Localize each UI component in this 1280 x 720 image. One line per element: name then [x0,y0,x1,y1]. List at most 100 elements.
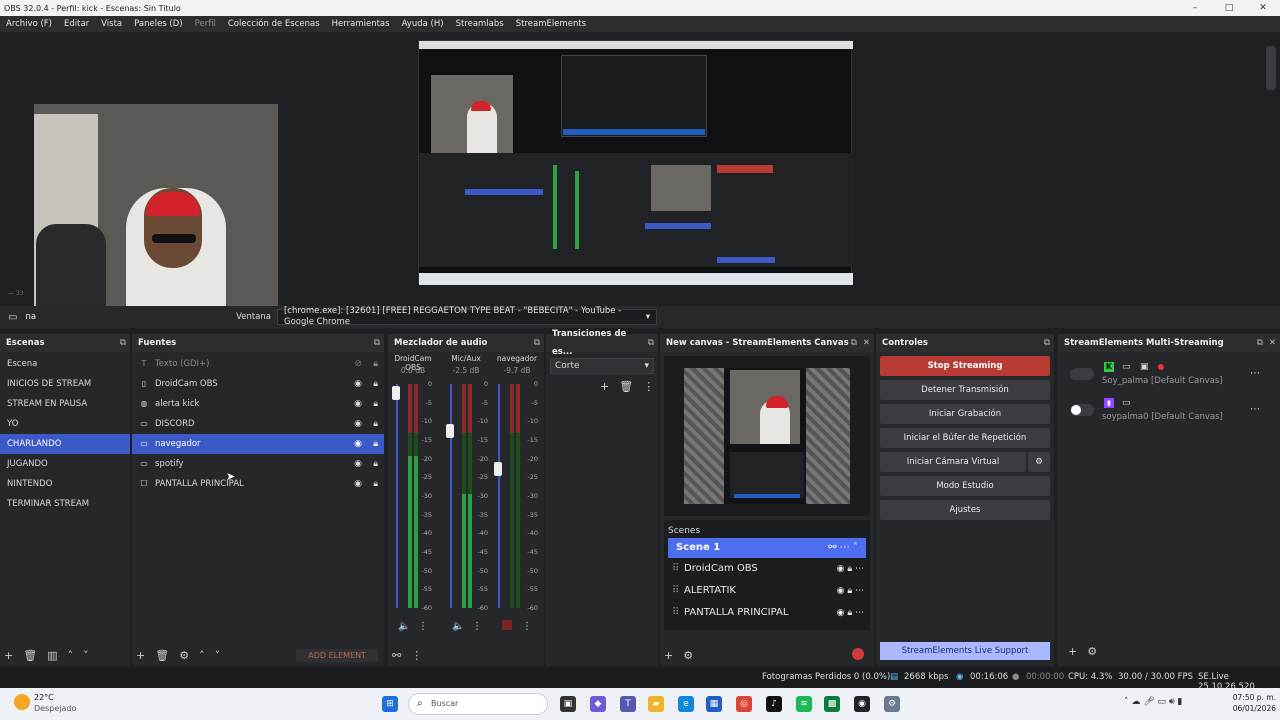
menu-editar[interactable]: Editar [64,19,89,29]
stop-transmission-button[interactable]: Detener Transmisión [880,380,1050,400]
move-up-icon[interactable]: ˄ [199,649,205,662]
trash-icon[interactable]: 🗑 [619,380,633,393]
fader-knob[interactable] [494,462,502,476]
task-view-icon[interactable]: ▣ [560,696,576,712]
settings-app-icon[interactable]: ⚙ [884,696,900,712]
windows-start-icon[interactable]: ⊞ [382,696,398,712]
trash-icon[interactable]: 🗑 [23,649,37,662]
more-vertical-icon[interactable]: ⋮ [418,621,428,632]
toggle-switch[interactable] [1070,404,1094,416]
start-virtual-camera-button[interactable]: Iniciar Cámara Virtual [880,452,1026,472]
item-actions-icon[interactable]: ◉ 🔒︎ ⋯ [837,602,864,624]
edge-icon[interactable]: e [678,696,694,712]
menu-streamlabs[interactable]: Streamlabs [456,19,504,29]
volume-fader[interactable] [396,384,398,608]
canvas-scene-selected[interactable]: Scene 1 ⚯ ⋯ ˄ [668,538,866,558]
undock-icon[interactable]: ⧉ [648,334,654,352]
add-icon[interactable]: + [4,649,13,662]
eye-hidden-icon[interactable]: ⊘ [354,354,362,374]
start-recording-button[interactable]: Iniciar Grabación [880,404,1050,424]
drag-handle-icon[interactable]: ⠿ [672,558,679,580]
eye-icon[interactable]: ◉ [354,474,362,494]
preview-canvas[interactable]: — 33 [0,32,1280,328]
copilot-icon[interactable]: ◆ [590,696,606,712]
more-vertical-icon[interactable]: ⋮ [472,621,482,632]
more-horizontal-icon[interactable]: ⋯ [1250,368,1260,379]
obs-icon[interactable]: ◉ [854,696,870,712]
window-select[interactable]: [chrome.exe]: [32601] [FREE] REGGAETON T… [276,306,657,327]
lock-icon[interactable]: 🔒︎ [373,394,378,414]
close-button[interactable]: ✕ [1246,0,1280,16]
trash-icon[interactable]: 🗑 [155,649,169,662]
canvas-source-item[interactable]: ⠿ DroidCam OBS ◉ 🔒︎ ⋯ [664,558,870,580]
undock-icon[interactable]: ⧉ [851,334,857,352]
volume-fader[interactable] [498,384,500,608]
gear-icon[interactable]: ⚙ [683,649,693,662]
source-item-selected[interactable]: ▭ navegador ◉ 🔒︎ [132,434,384,454]
fader-knob[interactable] [446,424,454,438]
eye-icon[interactable]: ◉ [354,434,362,454]
tray-icons[interactable]: ˄ ☁ 🎤︎ ▭ 🔊︎ ▮ [1124,697,1182,707]
eye-icon[interactable]: ◉ [354,454,362,474]
live-support-button[interactable]: StreamElements Live Support [880,642,1050,660]
lock-icon[interactable]: 🔒︎ [373,414,378,434]
menu-vista[interactable]: Vista [101,19,122,29]
undock-icon[interactable]: ⧉ [534,334,540,352]
menu-herramientas[interactable]: Herramientas [332,19,390,29]
speaker-icon[interactable]: 🔈 [452,621,464,632]
eye-icon[interactable]: ◉ [354,394,362,414]
scene-item[interactable]: STREAM EN PAUSA [0,394,130,414]
move-down-icon[interactable]: ˅ [83,649,89,662]
undock-icon[interactable]: ⧉ [1044,334,1050,352]
file-explorer-icon[interactable]: ▰ [648,696,664,712]
item-actions-icon[interactable]: ◉ 🔒︎ ⋯ [837,558,864,580]
menu-perfil[interactable]: Perfil [195,19,216,29]
move-down-icon[interactable]: ˅ [215,649,221,662]
tiktok-icon[interactable]: ♪ [766,696,782,712]
add-icon[interactable]: + [664,649,673,662]
lock-icon[interactable]: 🔒︎ [373,454,378,474]
gear-icon[interactable]: ⚙ [1087,645,1097,658]
gear-icon[interactable]: ⚙ [179,649,189,662]
scene-item[interactable]: Escena [0,354,130,374]
close-icon[interactable]: ✕ [1269,334,1276,352]
more-horizontal-icon[interactable]: ⋯ [1250,404,1260,415]
source-item[interactable]: ▭ spotify ◉ 🔒︎ [132,454,384,474]
filter-icon[interactable]: ▥ [47,649,57,662]
link-icon[interactable]: ⚯ [392,649,401,662]
eye-icon[interactable]: ◉ [354,414,362,434]
drag-handle-icon[interactable]: ⠿ [672,580,679,602]
maximize-button[interactable]: □ [1212,0,1246,16]
item-actions-icon[interactable]: ◉ 🔒︎ ⋯ [837,580,864,602]
fader-knob[interactable] [392,386,400,400]
scene-item-selected[interactable]: CHARLANDO [0,434,130,454]
minimize-button[interactable]: – [1178,0,1212,16]
close-icon[interactable]: ✕ [863,334,870,352]
muted-speaker-icon[interactable] [502,620,512,630]
scene-item[interactable]: TERMINAR STREAM [0,494,130,514]
undock-icon[interactable]: ⧉ [120,334,126,352]
spotify-icon[interactable]: ≋ [796,696,812,712]
canvas-preview[interactable] [664,356,870,516]
settings-button[interactable]: Ajustes [880,500,1050,520]
gear-icon[interactable]: ⚙ [1028,452,1050,472]
chrome-icon[interactable]: ◎ [736,696,752,712]
move-up-icon[interactable]: ˄ [68,649,74,662]
undock-icon[interactable]: ⧉ [1257,334,1263,352]
taskbar-search[interactable]: ⌕ Buscar [408,693,548,715]
volume-fader[interactable] [450,384,452,608]
source-item[interactable]: ☐ PANTALLA PRINCIPAL ◉ 🔒︎ [132,474,384,494]
store-icon[interactable]: ▦ [706,696,722,712]
record-icon[interactable] [852,648,864,660]
toggle-switch[interactable] [1070,368,1094,380]
lock-icon[interactable]: 🔒︎ [373,354,378,374]
more-vertical-icon[interactable]: ⋮ [522,621,532,632]
drag-handle-icon[interactable]: ⠿ [672,602,679,624]
scene-item[interactable]: YO [0,414,130,434]
teams-icon[interactable]: T [620,696,636,712]
menu-archivo[interactable]: Archivo (F) [6,19,52,29]
lock-icon[interactable]: 🔒︎ [373,434,378,454]
lock-icon[interactable]: 🔒︎ [373,374,378,394]
source-item[interactable]: ▯ DroidCam OBS ◉ 🔒︎ [132,374,384,394]
more-vertical-icon[interactable]: ⋮ [643,380,654,393]
